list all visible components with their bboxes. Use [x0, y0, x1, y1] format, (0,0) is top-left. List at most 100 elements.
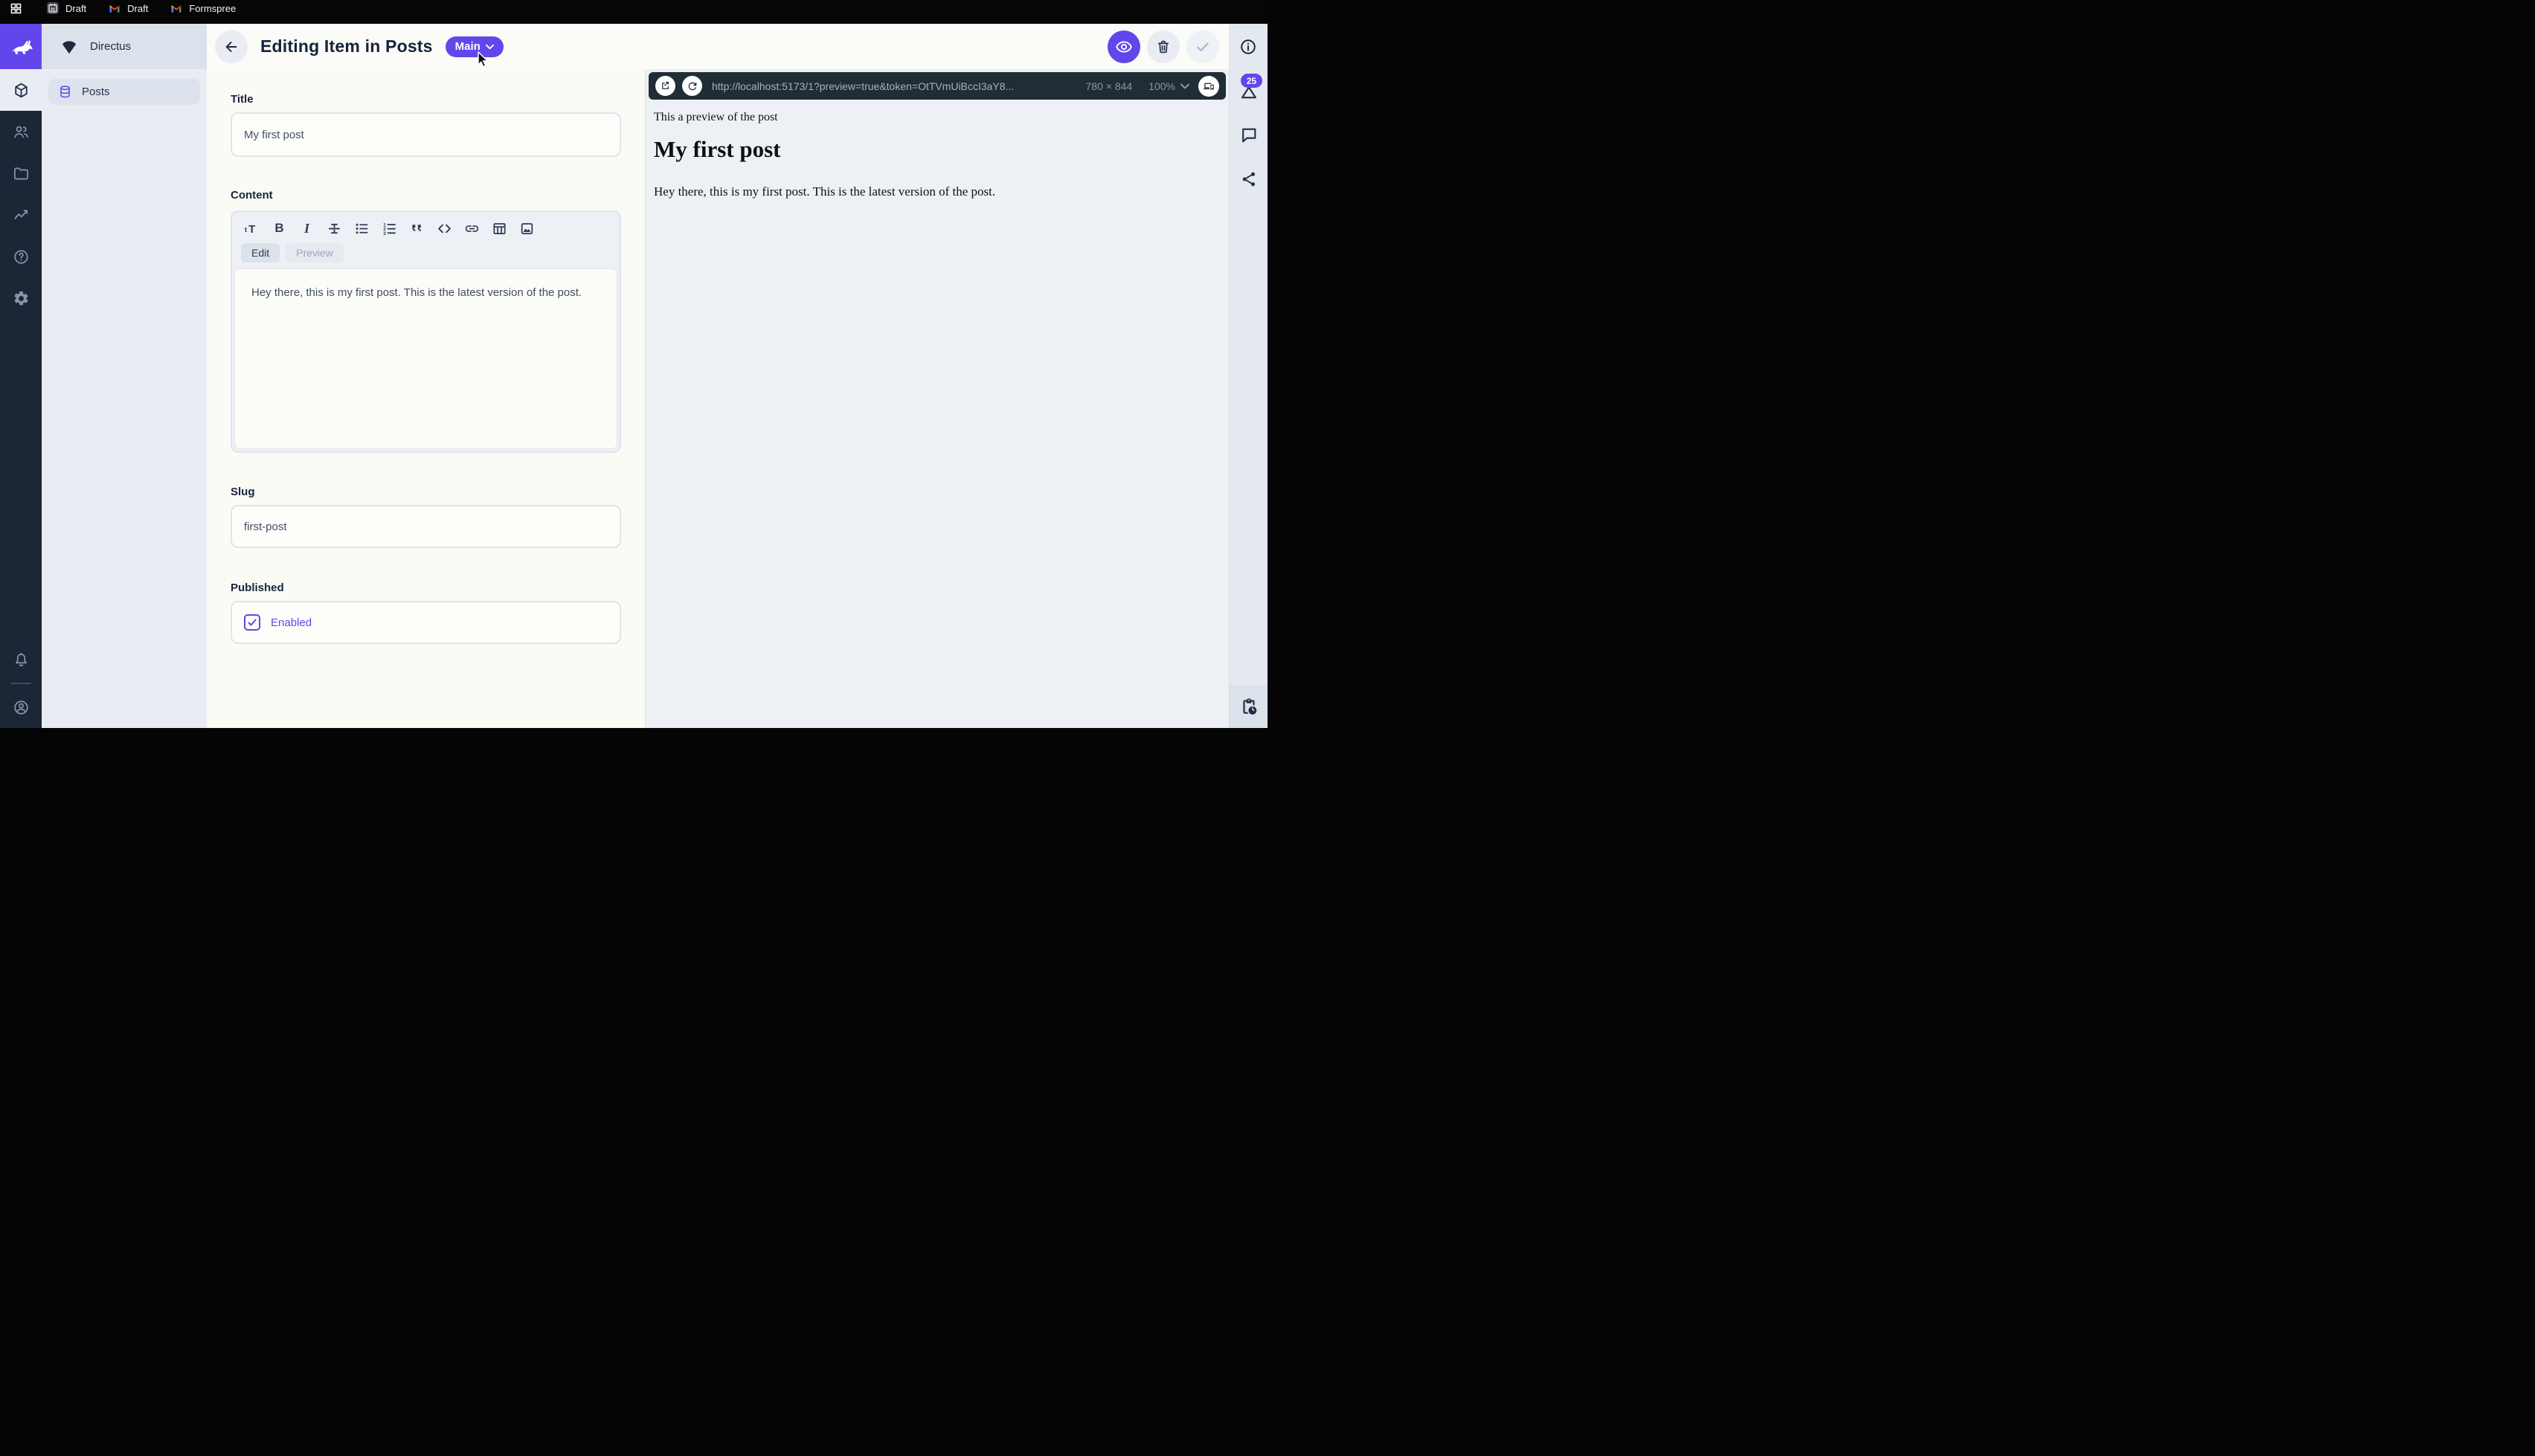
editor-toolbar: tT B I 123	[232, 212, 620, 243]
right-sidebar: 25	[1229, 69, 1268, 728]
navigation-sidebar: Directus Posts	[42, 24, 207, 728]
browser-tab-draft-gmail[interactable]: Draft	[109, 3, 148, 14]
user-menu-button[interactable]	[0, 686, 42, 728]
editor-tabs: Edit Preview	[232, 243, 620, 262]
sidebar-item-label: Posts	[82, 86, 110, 98]
content-cube-icon	[13, 82, 30, 99]
comments-button[interactable]	[1239, 126, 1258, 148]
rabbit-icon	[8, 34, 33, 59]
table-icon[interactable]	[486, 217, 513, 239]
content-text: Hey there, this is my first post. This i…	[251, 285, 600, 300]
tab-label: Draft	[65, 3, 86, 14]
flows-log-button[interactable]	[1230, 685, 1268, 728]
delete-button[interactable]	[1147, 30, 1180, 63]
browser-tab-draft-calendar[interactable]: 31 Draft	[47, 2, 86, 14]
version-dropdown[interactable]: Main	[446, 36, 504, 57]
check-icon	[1194, 38, 1212, 56]
save-button[interactable]	[1186, 30, 1219, 63]
italic-icon[interactable]: I	[293, 217, 321, 239]
preview-url[interactable]: http://localhost:5173/1?preview=true&tok…	[712, 80, 1077, 92]
page-title: Editing Item in Posts	[260, 36, 433, 57]
folder-icon	[13, 165, 30, 182]
tab-label: Draft	[127, 3, 148, 14]
project-name: Directus	[90, 40, 131, 53]
users-icon	[13, 123, 30, 141]
blockquote-icon[interactable]	[403, 217, 431, 239]
numbered-list-icon[interactable]: 123	[376, 217, 403, 239]
info-icon	[1239, 38, 1257, 56]
code-icon[interactable]	[431, 217, 458, 239]
published-checkbox-label: Enabled	[271, 616, 312, 629]
slug-field	[231, 505, 621, 548]
bulleted-list-icon[interactable]	[348, 217, 376, 239]
devices-icon	[1203, 80, 1215, 92]
item-form: Title Content tT B I 123	[207, 69, 645, 728]
title-field	[231, 112, 621, 157]
svg-text:T: T	[248, 223, 255, 235]
directus-app: 31 Draft Draft	[0, 0, 1268, 728]
module-insights[interactable]	[0, 194, 42, 236]
module-files[interactable]	[0, 152, 42, 194]
tab-preview[interactable]: Preview	[286, 243, 344, 262]
pending-tasks-icon	[1239, 697, 1259, 716]
title-field-label: Title	[231, 93, 254, 106]
title-input[interactable]	[232, 114, 620, 155]
database-icon	[58, 85, 72, 99]
format-size-icon[interactable]: tT	[238, 217, 266, 239]
svg-text:t: t	[245, 225, 248, 233]
gmail-icon	[109, 4, 121, 13]
calendar-icon: 31	[47, 2, 59, 14]
svg-text:31: 31	[51, 7, 55, 12]
gmail-icon	[170, 4, 182, 13]
module-content[interactable]	[0, 69, 42, 111]
strikethrough-icon[interactable]	[321, 217, 348, 239]
content-textarea[interactable]: Hey there, this is my first post. This i…	[234, 268, 617, 449]
module-help[interactable]	[0, 236, 42, 277]
revisions-count-badge: 25	[1241, 74, 1262, 88]
refresh-button[interactable]	[682, 76, 702, 96]
sidebar-info-button[interactable]	[1229, 24, 1268, 69]
trash-icon	[1155, 39, 1172, 55]
module-bar	[0, 24, 42, 728]
module-bar-divider	[10, 683, 31, 684]
preview-toggle-button[interactable]	[1108, 30, 1140, 63]
slug-field-label: Slug	[231, 486, 255, 498]
sidebar-item-posts[interactable]: Posts	[48, 79, 200, 105]
notifications-button[interactable]	[0, 639, 42, 680]
back-button[interactable]	[215, 30, 248, 63]
arrow-left-icon	[223, 39, 240, 55]
preview-intro-text: This a preview of the post	[654, 111, 778, 124]
image-icon[interactable]	[513, 217, 541, 239]
refresh-icon	[687, 80, 698, 92]
preview-post-body: Hey there, this is my first post. This i…	[654, 184, 995, 199]
device-size-button[interactable]	[1198, 76, 1219, 97]
live-preview-panel: http://localhost:5173/1?preview=true&tok…	[645, 69, 1229, 728]
insights-icon	[13, 207, 30, 224]
eye-icon	[1115, 38, 1133, 56]
project-header[interactable]: Directus	[42, 24, 207, 69]
help-icon	[13, 248, 30, 265]
bold-icon[interactable]: B	[266, 217, 293, 239]
checkmark-icon	[247, 617, 257, 628]
svg-text:3: 3	[383, 231, 386, 236]
browser-chrome: 31 Draft Draft	[0, 0, 1268, 24]
published-field: Enabled	[231, 601, 621, 644]
apps-grid-icon[interactable]	[10, 3, 22, 14]
module-settings[interactable]	[0, 277, 42, 319]
project-fan-icon	[60, 37, 79, 57]
version-label: Main	[455, 40, 481, 53]
browser-tab-formspree[interactable]: Formspree	[170, 3, 236, 14]
slug-input[interactable]	[232, 506, 620, 547]
directus-logo[interactable]	[0, 24, 42, 69]
comment-icon	[1239, 126, 1258, 144]
published-checkbox[interactable]	[244, 614, 260, 631]
shares-button[interactable]	[1240, 170, 1258, 192]
tab-edit[interactable]: Edit	[241, 243, 280, 262]
zoom-dropdown[interactable]: 100%	[1148, 80, 1189, 92]
open-in-new-button[interactable]	[655, 76, 675, 96]
link-icon[interactable]	[458, 217, 486, 239]
gear-icon	[13, 290, 30, 307]
module-users[interactable]	[0, 111, 42, 152]
tab-label: Formspree	[189, 3, 236, 14]
markdown-editor: tT B I 123	[231, 210, 621, 453]
